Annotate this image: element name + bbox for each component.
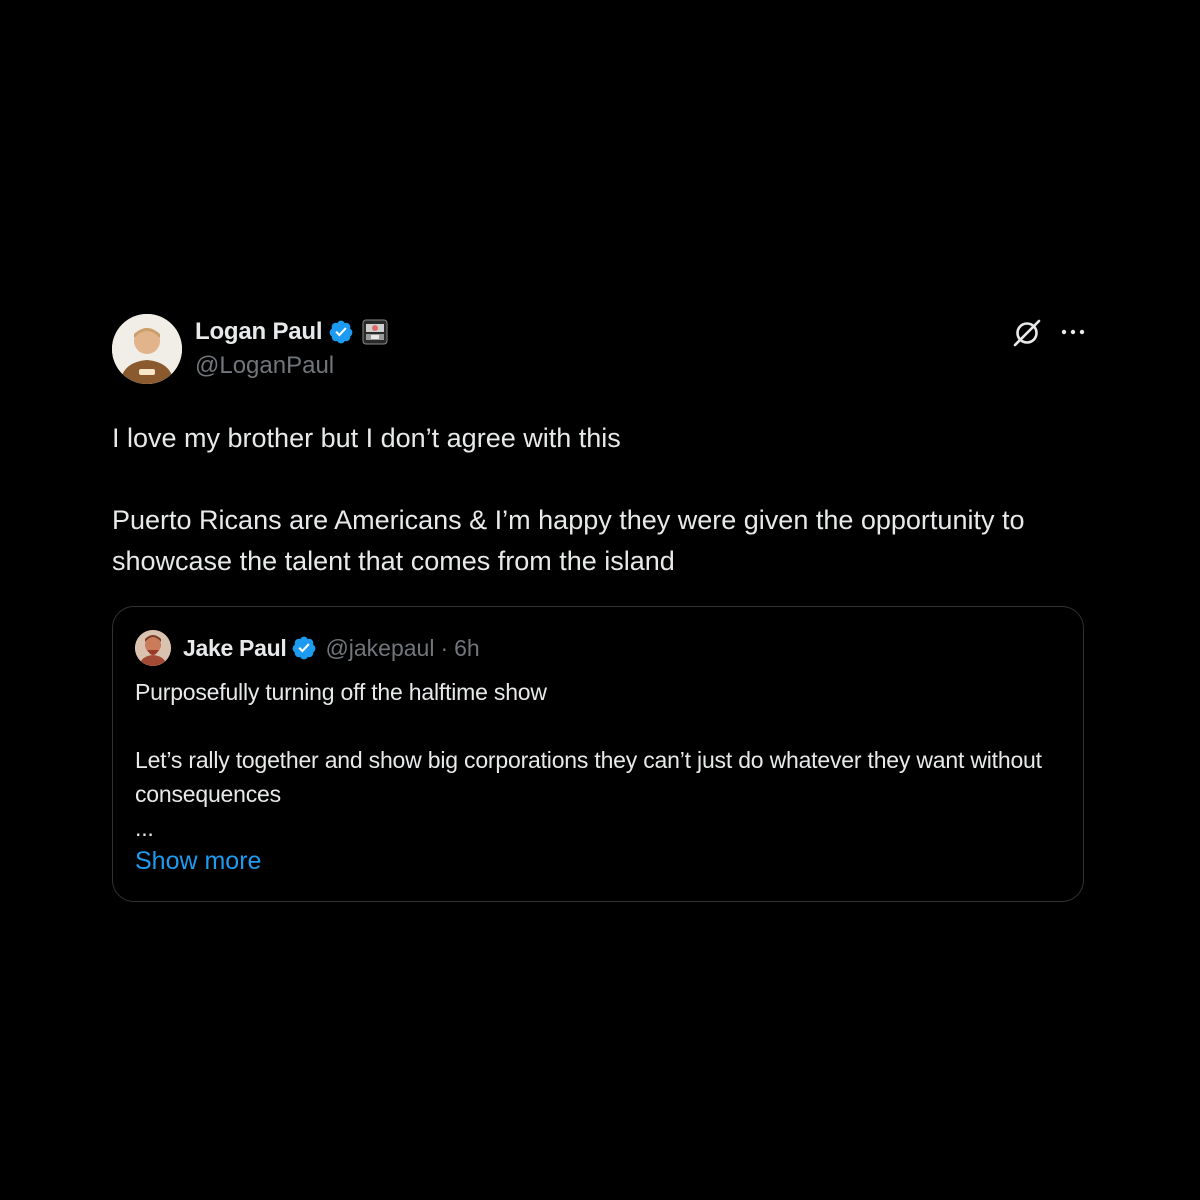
quoted-paragraph: Let’s rally together and show big corpor… xyxy=(135,747,1042,807)
quoted-handle[interactable]: @jakepaul xyxy=(325,635,434,662)
name-row: Logan Paul xyxy=(195,316,388,348)
quoted-avatar-image xyxy=(135,630,171,666)
tweet-card: Logan Paul @LoganPaul I love my brother … xyxy=(112,312,1088,902)
affiliate-badge-icon xyxy=(362,319,388,345)
show-more-link[interactable]: Show more xyxy=(135,847,261,876)
verified-badge-icon xyxy=(293,636,316,660)
grok-icon[interactable] xyxy=(1012,318,1042,348)
tweet-text: I love my brother but I don’t agree with… xyxy=(112,418,1088,582)
quoted-paragraph: Purposefully turning off the halftime sh… xyxy=(135,679,547,705)
verified-badge-icon xyxy=(329,320,353,344)
handle[interactable]: @LoganPaul xyxy=(195,352,388,380)
quoted-tweet-text: Purposefully turning off the halftime sh… xyxy=(135,675,1065,843)
quoted-tweet[interactable]: Jake Paul @jakepaul · 6h Purposefully tu… xyxy=(112,606,1084,902)
quoted-display-name[interactable]: Jake Paul xyxy=(183,635,287,662)
avatar-image xyxy=(112,314,182,384)
avatar[interactable] xyxy=(112,314,182,384)
display-name[interactable]: Logan Paul xyxy=(195,318,323,346)
quoted-tweet-header: Jake Paul @jakepaul · 6h xyxy=(135,629,480,667)
tweet-paragraph: Puerto Ricans are Americans & I’m happy … xyxy=(112,505,1025,576)
quoted-avatar[interactable] xyxy=(135,630,171,666)
quoted-timestamp[interactable]: 6h xyxy=(454,635,480,662)
author-block: Logan Paul @LoganPaul xyxy=(195,316,388,380)
separator-dot: · xyxy=(440,634,449,661)
more-options-icon[interactable] xyxy=(1058,320,1088,344)
truncation-ellipsis: ... xyxy=(135,815,154,841)
tweet-paragraph: I love my brother but I don’t agree with… xyxy=(112,423,621,453)
tweet-header: Logan Paul @LoganPaul xyxy=(112,312,1088,384)
